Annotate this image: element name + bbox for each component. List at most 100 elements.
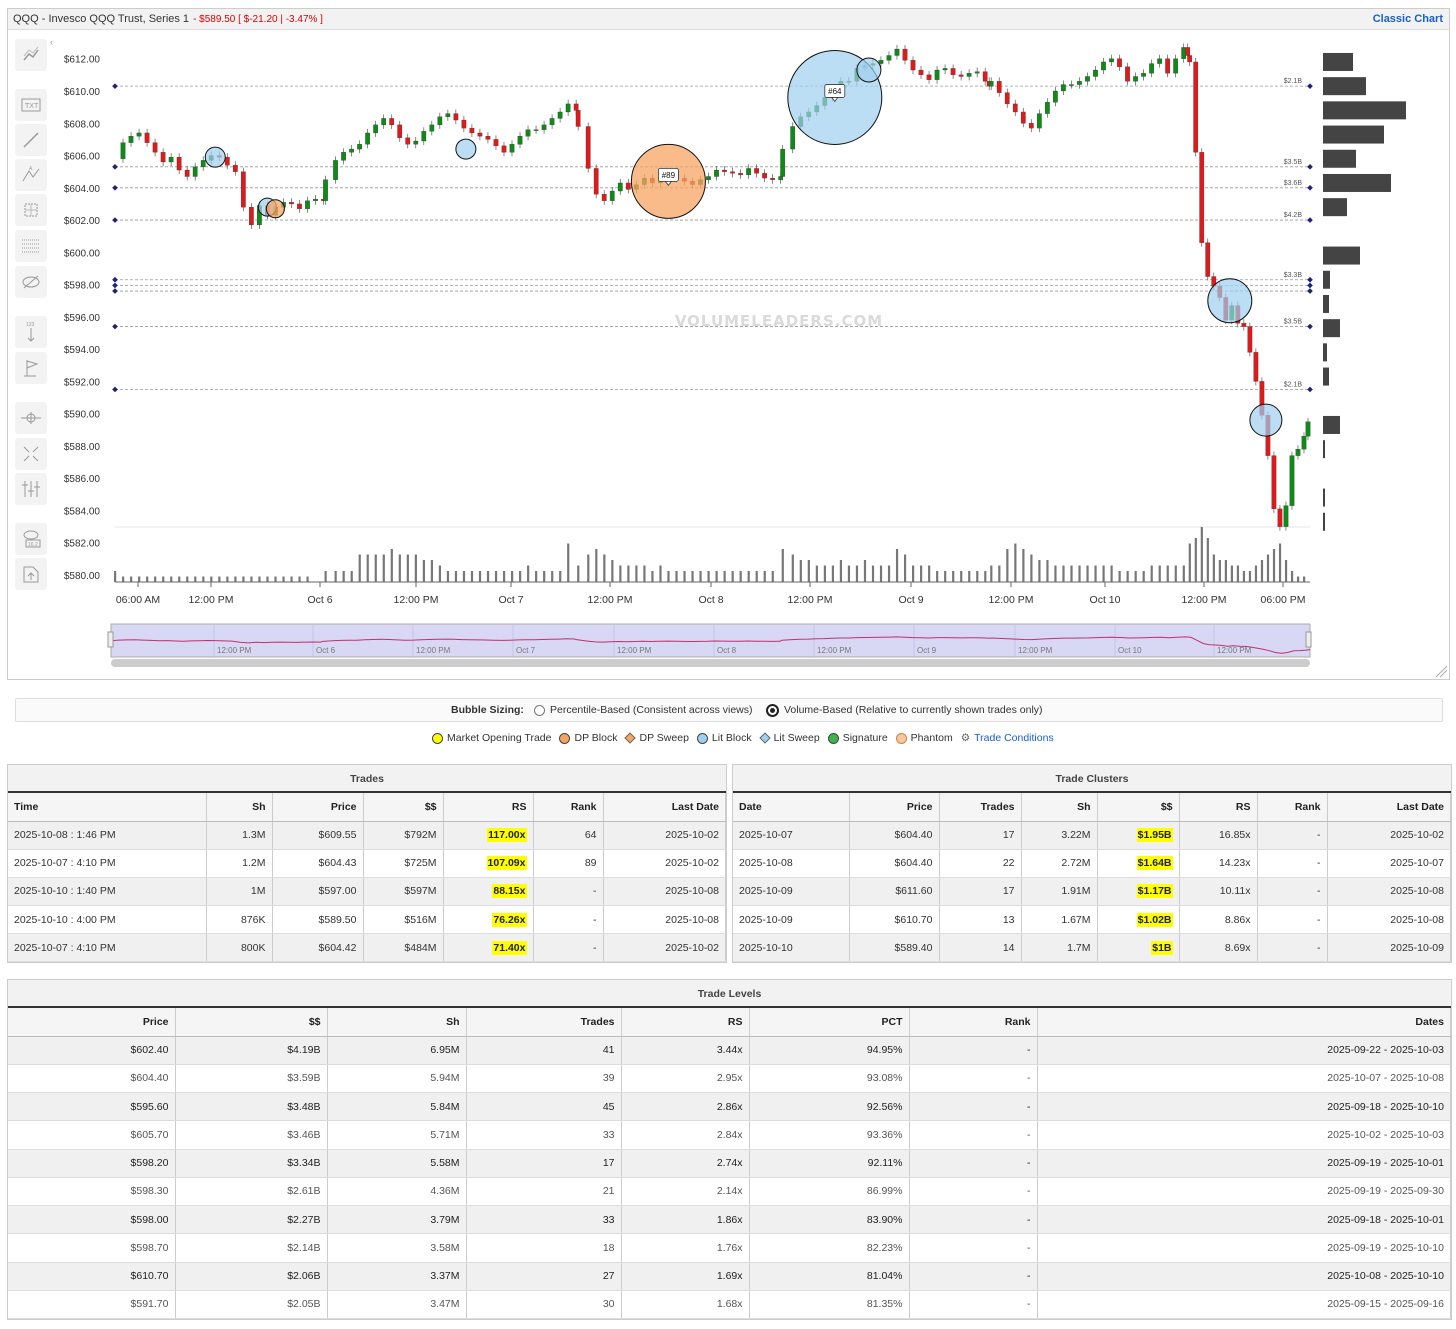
flag-icon[interactable] bbox=[15, 352, 47, 384]
cluster-date-link[interactable]: 2025-10-07 bbox=[733, 821, 850, 850]
trade-last-date-link[interactable]: 2025-10-02 bbox=[603, 933, 726, 963]
level-dates-link[interactable]: 2025-09-15 - 2025-09-16 bbox=[1037, 1290, 1451, 1320]
col-dollars[interactable]: $$ bbox=[175, 1008, 328, 1037]
trade-bubble[interactable] bbox=[1207, 278, 1253, 324]
volume-bar bbox=[1030, 554, 1033, 582]
legend-market-opening[interactable]: Market Opening Trade bbox=[432, 732, 551, 744]
x-tick-label: 12:00 PM bbox=[989, 594, 1034, 606]
col-rank[interactable]: Rank bbox=[533, 793, 604, 822]
level-dates-link[interactable]: 2025-09-18 - 2025-10-10 bbox=[1037, 1092, 1451, 1122]
col-trades[interactable]: Trades bbox=[466, 1008, 622, 1037]
navigator-handle-left[interactable] bbox=[107, 631, 114, 648]
trade-time-link[interactable]: 2025-10-07 : 4:10 PM bbox=[8, 933, 207, 963]
legend-lit-sweep[interactable]: Lit Sweep bbox=[758, 732, 820, 744]
cluster-date-link[interactable]: 2025-10-09 bbox=[733, 905, 850, 935]
col-pct[interactable]: PCT bbox=[749, 1008, 910, 1037]
legend-signature[interactable]: Signature bbox=[827, 732, 888, 744]
navigator-scrollbar[interactable] bbox=[111, 659, 1310, 667]
adjust-icon[interactable] bbox=[15, 473, 47, 505]
radio-volume[interactable] bbox=[766, 703, 779, 717]
legend-dp-sweep[interactable]: DP Sweep bbox=[624, 732, 689, 744]
line-tool-icon[interactable] bbox=[15, 124, 47, 156]
legend-phantom[interactable]: Phantom bbox=[895, 732, 953, 744]
trade-conditions-link[interactable]: ⚙ Trade Conditions bbox=[961, 732, 1054, 744]
cluster-last-date-link[interactable]: 2025-10-07 bbox=[1327, 849, 1451, 878]
col-sh[interactable]: Sh bbox=[1021, 793, 1098, 822]
col-price[interactable]: Price bbox=[272, 793, 364, 822]
percentile-option[interactable]: Percentile-Based (Consistent across view… bbox=[534, 704, 753, 716]
cluster-date-link[interactable]: 2025-10-08 bbox=[733, 849, 850, 878]
trade-bubble[interactable] bbox=[1249, 403, 1283, 437]
cluster-last-date-link[interactable]: 2025-10-08 bbox=[1327, 905, 1451, 935]
rectangle-tool-icon[interactable] bbox=[15, 194, 47, 226]
trade-bubble[interactable] bbox=[204, 146, 226, 168]
trade-bubble[interactable] bbox=[856, 57, 882, 83]
text-tool-icon[interactable]: TXT bbox=[15, 89, 47, 121]
col-date[interactable]: Date bbox=[733, 793, 850, 822]
col-last-date[interactable]: Last Date bbox=[603, 793, 726, 822]
radio-percentile[interactable] bbox=[534, 704, 545, 716]
trend-line-icon[interactable] bbox=[15, 39, 47, 71]
cluster-last-date-link[interactable]: 2025-10-08 bbox=[1327, 877, 1451, 907]
col-dollars[interactable]: $$ bbox=[363, 793, 444, 822]
level-dates-link[interactable]: 2025-10-02 - 2025-10-03 bbox=[1037, 1120, 1451, 1150]
col-rs[interactable]: RS bbox=[443, 793, 534, 822]
trade-time-link[interactable]: 2025-10-07 : 4:10 PM bbox=[8, 849, 207, 878]
fullscreen-icon[interactable] bbox=[15, 438, 47, 470]
level-marker bbox=[112, 288, 118, 294]
col-dates[interactable]: Dates bbox=[1037, 1008, 1451, 1037]
fibonacci-tool-icon[interactable] bbox=[15, 230, 47, 262]
cluster-date-link[interactable]: 2025-10-10 bbox=[733, 933, 850, 963]
legend-lit-block[interactable]: Lit Block bbox=[696, 732, 752, 744]
col-last-date[interactable]: Last Date bbox=[1327, 793, 1451, 822]
col-rank[interactable]: Rank bbox=[1257, 793, 1328, 822]
legend-dp-block[interactable]: DP Block bbox=[559, 732, 617, 744]
snapshot-icon[interactable] bbox=[15, 558, 47, 590]
trade-time-link[interactable]: 2025-10-08 : 1:46 PM bbox=[8, 821, 207, 850]
trade-price: $597.00 bbox=[272, 877, 364, 907]
trade-last-date-link[interactable]: 2025-10-02 bbox=[603, 849, 726, 878]
cluster-last-date-link[interactable]: 2025-10-09 bbox=[1327, 933, 1451, 963]
toolbar-collapse-icon[interactable]: ‹ bbox=[50, 37, 53, 47]
navigator-handle-right[interactable] bbox=[1305, 631, 1312, 648]
visibility-icon[interactable]: 16.2 bbox=[15, 523, 47, 555]
volume-bar bbox=[998, 565, 1001, 582]
level-dates-link[interactable]: 2025-09-22 - 2025-10-03 bbox=[1037, 1036, 1451, 1065]
cluster-last-date-link[interactable]: 2025-10-02 bbox=[1327, 821, 1451, 850]
volume-bar bbox=[194, 576, 197, 582]
trade-last-date-link[interactable]: 2025-10-02 bbox=[603, 821, 726, 850]
measure-tool-icon[interactable]: 123 bbox=[15, 316, 47, 348]
cluster-date-link[interactable]: 2025-10-09 bbox=[733, 877, 850, 907]
col-price[interactable]: Price bbox=[8, 1008, 176, 1037]
trade-time-link[interactable]: 2025-10-10 : 4:00 PM bbox=[8, 905, 207, 935]
level-dates-link[interactable]: 2025-09-19 - 2025-09-30 bbox=[1037, 1177, 1451, 1207]
level-dates-link[interactable]: 2025-09-19 - 2025-10-01 bbox=[1037, 1149, 1451, 1178]
col-dollars[interactable]: $$ bbox=[1097, 793, 1180, 822]
col-rank[interactable]: Rank bbox=[909, 1008, 1038, 1037]
col-rs[interactable]: RS bbox=[621, 1008, 750, 1037]
col-trades[interactable]: Trades bbox=[939, 793, 1022, 822]
trade-bubble[interactable] bbox=[455, 138, 477, 160]
level-dates-link[interactable]: 2025-09-19 - 2025-10-10 bbox=[1037, 1233, 1451, 1263]
crosshair-icon[interactable] bbox=[15, 402, 47, 434]
col-sh[interactable]: Sh bbox=[206, 793, 273, 822]
col-time[interactable]: Time bbox=[8, 793, 207, 822]
trade-last-date-link[interactable]: 2025-10-08 bbox=[603, 905, 726, 935]
trade-bubble[interactable] bbox=[265, 199, 285, 219]
trade-last-date-link[interactable]: 2025-10-08 bbox=[603, 877, 726, 907]
trade-time-link[interactable]: 2025-10-10 : 1:40 PM bbox=[8, 877, 207, 907]
col-rs[interactable]: RS bbox=[1179, 793, 1258, 822]
level-dates-link[interactable]: 2025-10-08 - 2025-10-10 bbox=[1037, 1262, 1451, 1291]
col-sh[interactable]: Sh bbox=[327, 1008, 467, 1037]
candle-up bbox=[780, 148, 786, 177]
resize-grip-icon[interactable] bbox=[1435, 665, 1448, 678]
volume-option[interactable]: Volume-Based (Relative to currently show… bbox=[766, 703, 1043, 717]
hide-drawings-icon[interactable] bbox=[15, 266, 47, 298]
level-dates-link[interactable]: 2025-10-07 - 2025-10-08 bbox=[1037, 1064, 1451, 1094]
pattern-tool-icon[interactable]: A bbox=[15, 159, 47, 191]
candle-down bbox=[1125, 66, 1130, 82]
col-price[interactable]: Price bbox=[849, 793, 940, 822]
level-dates-link[interactable]: 2025-09-18 - 2025-10-01 bbox=[1037, 1205, 1451, 1235]
price-chart[interactable]: VOLUMELEADERS.COM $612.00 $610.00 $608.00 $6… bbox=[8, 9, 1449, 679]
candle-up bbox=[421, 131, 427, 142]
